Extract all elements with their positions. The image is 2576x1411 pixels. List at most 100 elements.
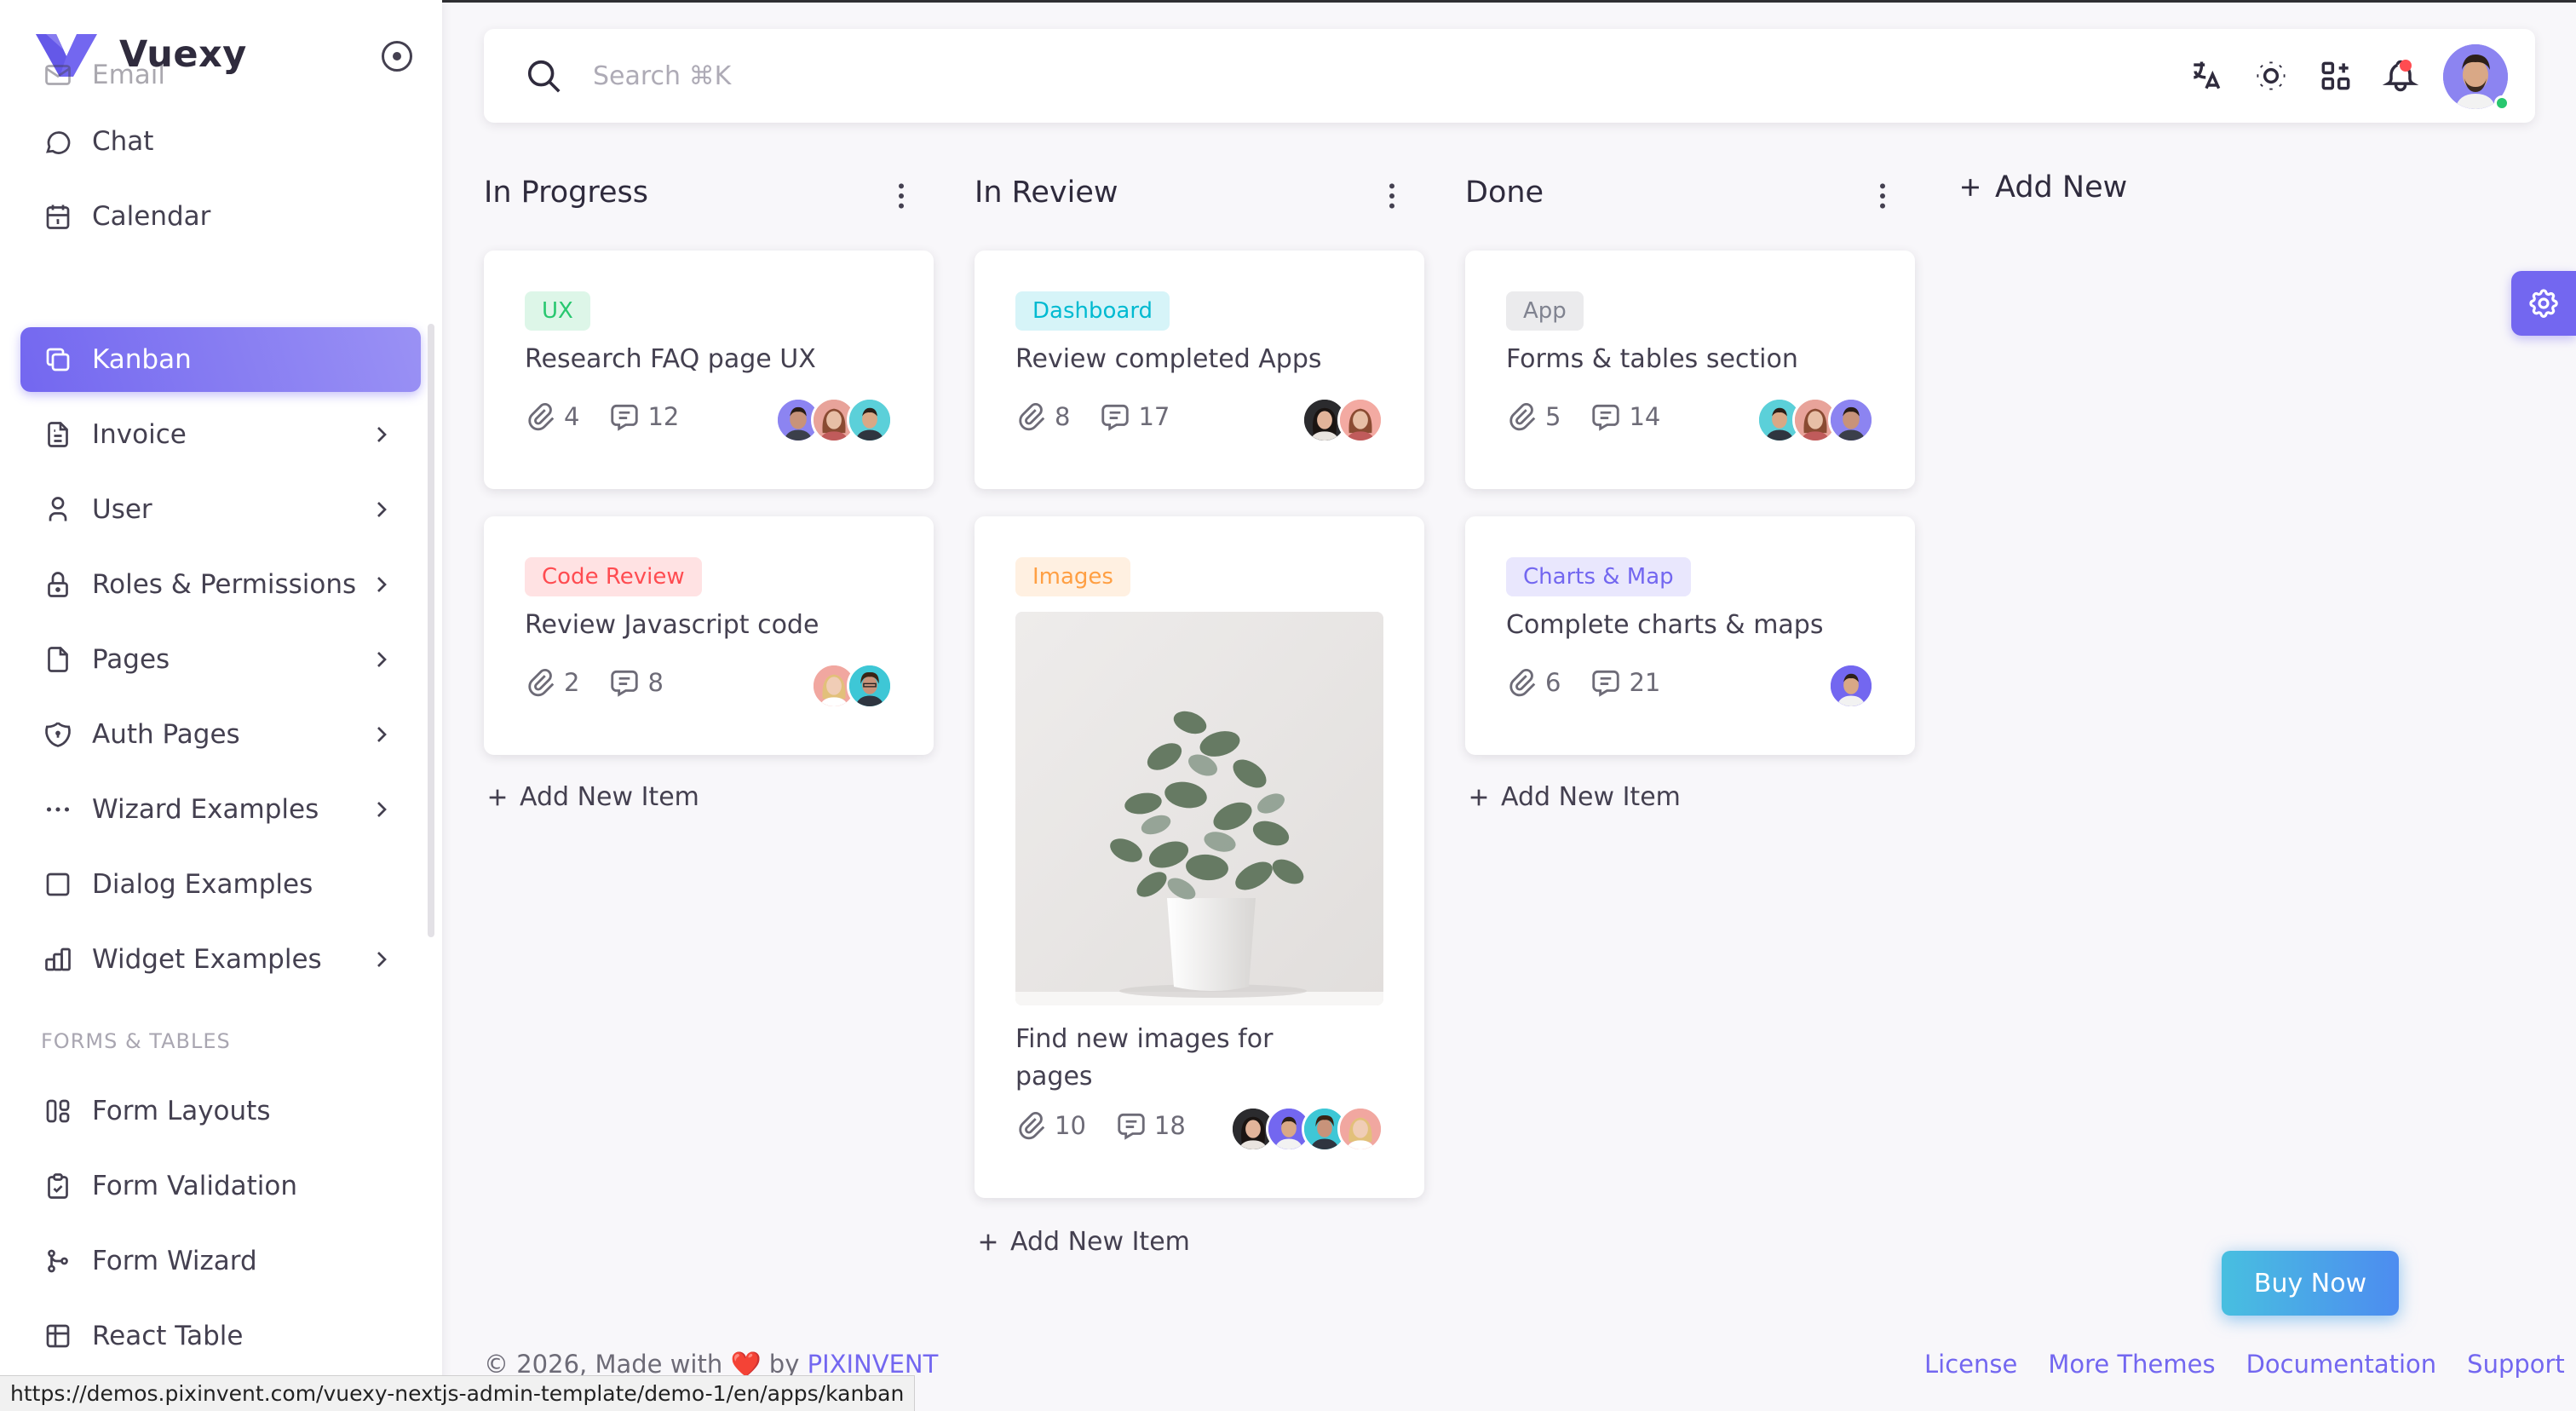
plus-icon <box>489 789 506 805</box>
sidebar-item-form-wizard[interactable]: Form Wizard <box>20 1229 421 1293</box>
sidebar-scrollbar[interactable] <box>428 324 434 937</box>
customizer-toggle-button[interactable] <box>2511 271 2576 336</box>
footer-link-documentation[interactable]: Documentation <box>2246 1350 2437 1379</box>
footer-link-license[interactable]: License <box>1924 1350 2017 1379</box>
buy-now-button[interactable]: Buy Now <box>2222 1251 2399 1316</box>
kanban-card[interactable]: Charts & Map Complete charts & maps 6 21 <box>1465 516 1915 755</box>
comment-count: 17 <box>1138 402 1170 431</box>
sidebar: Vuexy Email Chat Calendar Kanban Invoice… <box>0 0 442 1411</box>
sidebar-item-wizard-examples[interactable]: Wizard Examples <box>20 777 421 842</box>
kanban-card[interactable]: UX Research FAQ page UX 4 12 <box>484 251 934 489</box>
attachment-count: 4 <box>564 402 580 431</box>
git-branch-icon <box>43 1246 73 1276</box>
apps-icon[interactable] <box>2317 57 2355 95</box>
kanban-card[interactable]: App Forms & tables section 5 14 <box>1465 251 1915 489</box>
add-new-item-button[interactable]: Add New Item <box>484 782 699 812</box>
more-vertical-icon[interactable] <box>1866 179 1900 213</box>
sidebar-item-label: Auth Pages <box>92 719 240 750</box>
sidebar-item-label: Form Validation <box>92 1171 298 1201</box>
comment-count: 12 <box>647 402 680 431</box>
sidebar-item-user[interactable]: User <box>20 477 421 542</box>
pixinvent-link[interactable]: PIXINVENT <box>808 1350 939 1379</box>
file-icon <box>43 644 73 675</box>
sidebar-item-chat[interactable]: Chat <box>20 109 421 174</box>
add-new-column-button[interactable]: Add New <box>1956 170 2127 204</box>
footer-link-support[interactable]: Support <box>2467 1350 2565 1379</box>
card-title: Find new images for pages <box>1015 1021 1273 1096</box>
comment-icon <box>611 670 639 697</box>
comment-count: 18 <box>1153 1111 1186 1140</box>
sidebar-item-label: Invoice <box>92 419 187 450</box>
kanban-card[interactable]: Images Find new images for pages 10 18 <box>975 516 1424 1198</box>
card-meta: 5 14 <box>1506 400 1660 433</box>
add-new-label: Add New <box>1995 170 2128 204</box>
attachment-count: 10 <box>1055 1111 1086 1140</box>
sidebar-item-calendar[interactable]: Calendar <box>20 184 421 249</box>
chevron-right-icon <box>377 502 387 517</box>
card-title-line: Find new images for <box>1015 1024 1274 1054</box>
online-status-dot <box>2494 95 2510 111</box>
card-tag: Charts & Map <box>1506 557 1691 596</box>
chat-icon <box>43 126 73 157</box>
sidebar-item-email[interactable]: Email <box>20 51 421 99</box>
search-input[interactable]: Search ⌘K <box>593 61 731 91</box>
sidebar-item-label: Kanban <box>92 344 192 375</box>
attachment-count: 6 <box>1545 668 1561 697</box>
sidebar-item-label: Email <box>92 60 166 90</box>
avatar[interactable] <box>847 663 893 709</box>
sidebar-item-form-validation[interactable]: Form Validation <box>20 1154 421 1218</box>
translate-icon[interactable] <box>2188 57 2225 95</box>
card-title: Review Javascript code <box>525 610 819 640</box>
sidebar-item-widget-examples[interactable]: Widget Examples <box>20 927 421 992</box>
sidebar-item-auth-pages[interactable]: Auth Pages <box>20 702 421 767</box>
attachment-count: 2 <box>564 668 580 697</box>
sidebar-item-label: Widget Examples <box>92 944 322 975</box>
more-vertical-icon[interactable] <box>1375 179 1409 213</box>
sidebar-item-dialog-examples[interactable]: Dialog Examples <box>20 852 421 917</box>
lock-icon <box>43 569 73 600</box>
card-tag: UX <box>525 291 590 331</box>
avatar[interactable] <box>1828 397 1874 443</box>
paperclip-icon <box>1019 403 1045 431</box>
attachment-count: 8 <box>1055 402 1071 431</box>
add-new-item-button[interactable]: Add New Item <box>1465 782 1681 812</box>
comment-icon <box>1592 404 1620 431</box>
sidebar-item-label: User <box>92 494 152 525</box>
sidebar-section-forms-tables: FORMS & TABLES <box>41 1029 231 1053</box>
card-tag: Images <box>1015 557 1130 596</box>
card-meta: 4 12 <box>525 400 679 433</box>
avatar[interactable] <box>1337 397 1383 443</box>
layout-icon <box>43 1096 73 1126</box>
kanban-card[interactable]: Code Review Review Javascript code 2 8 <box>484 516 934 755</box>
calendar-icon <box>43 201 73 232</box>
avatar[interactable] <box>1337 1106 1383 1152</box>
more-vertical-icon[interactable] <box>884 179 918 213</box>
chevron-right-icon <box>377 802 387 817</box>
invoice-icon <box>43 419 73 450</box>
paperclip-icon <box>1509 403 1536 431</box>
paperclip-icon <box>528 669 555 697</box>
card-avatars <box>775 397 893 443</box>
avatar[interactable] <box>847 397 893 443</box>
add-item-label: Add New Item <box>520 782 699 812</box>
sidebar-item-roles-permissions[interactable]: Roles & Permissions <box>20 552 421 617</box>
card-avatars <box>1828 663 1874 709</box>
comment-icon <box>611 404 639 431</box>
footer-link-more-themes[interactable]: More Themes <box>2048 1350 2215 1379</box>
sidebar-item-pages[interactable]: Pages <box>20 627 421 692</box>
comment-count: 21 <box>1629 668 1661 697</box>
card-title: Complete charts & maps <box>1506 610 1824 640</box>
sidebar-item-kanban[interactable]: Kanban <box>20 327 421 392</box>
footer-links: License More Themes Documentation Suppor… <box>1924 1350 2565 1379</box>
search-icon[interactable] <box>525 57 564 96</box>
browser-status-url: https://demos.pixinvent.com/vuexy-nextjs… <box>0 1375 916 1411</box>
sun-icon[interactable] <box>2252 57 2290 95</box>
plant-photo <box>1015 612 1383 1005</box>
avatar[interactable] <box>1828 663 1874 709</box>
add-new-item-button[interactable]: Add New Item <box>975 1227 1190 1257</box>
sidebar-item-invoice[interactable]: Invoice <box>20 402 421 467</box>
mail-icon <box>43 60 73 90</box>
kanban-card[interactable]: Dashboard Review completed Apps 8 17 <box>975 251 1424 489</box>
sidebar-item-react-table[interactable]: React Table <box>20 1304 421 1368</box>
sidebar-item-form-layouts[interactable]: Form Layouts <box>20 1079 421 1143</box>
